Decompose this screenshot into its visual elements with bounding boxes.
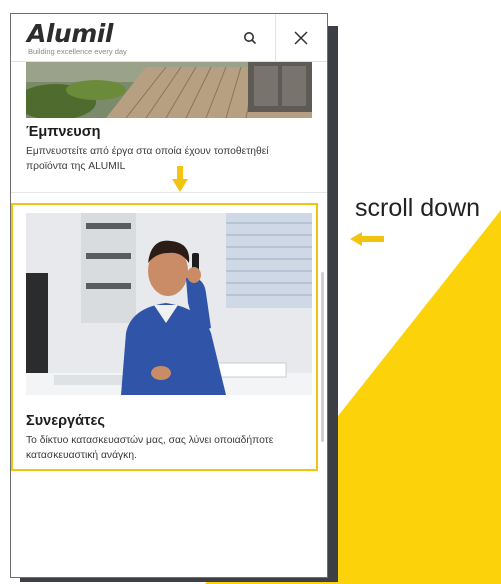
scroll-down-label: scroll down bbox=[355, 194, 481, 222]
search-icon bbox=[244, 32, 256, 44]
search-button[interactable] bbox=[237, 27, 263, 49]
scrollbar[interactable] bbox=[321, 272, 324, 442]
logo[interactable]: Alumil bbox=[27, 21, 113, 47]
section-desc-partners: Το δίκτυο κατασκευαστών μας, σας λύνει ο… bbox=[26, 435, 274, 461]
arrow-left-icon bbox=[350, 232, 384, 246]
section-desc-inspiration: Εμπνευστείτε από έργα στα οποία έχουν το… bbox=[26, 146, 269, 172]
mobile-screen: Alumil Building excellence every day Έμπ… bbox=[10, 13, 328, 578]
close-icon bbox=[294, 31, 308, 45]
logo-tagline: Building excellence every day bbox=[28, 47, 127, 56]
section-title-partners[interactable]: Συνεργάτες bbox=[26, 413, 105, 429]
site-header: Alumil Building excellence every day bbox=[11, 14, 327, 62]
section-title-inspiration[interactable]: Έμπνευση bbox=[26, 124, 101, 140]
close-button[interactable] bbox=[289, 26, 313, 50]
section-divider bbox=[11, 192, 327, 193]
inspiration-image[interactable] bbox=[26, 62, 312, 118]
arrow-down-icon bbox=[172, 166, 188, 192]
partners-image[interactable] bbox=[26, 213, 312, 395]
header-separator bbox=[275, 14, 276, 61]
